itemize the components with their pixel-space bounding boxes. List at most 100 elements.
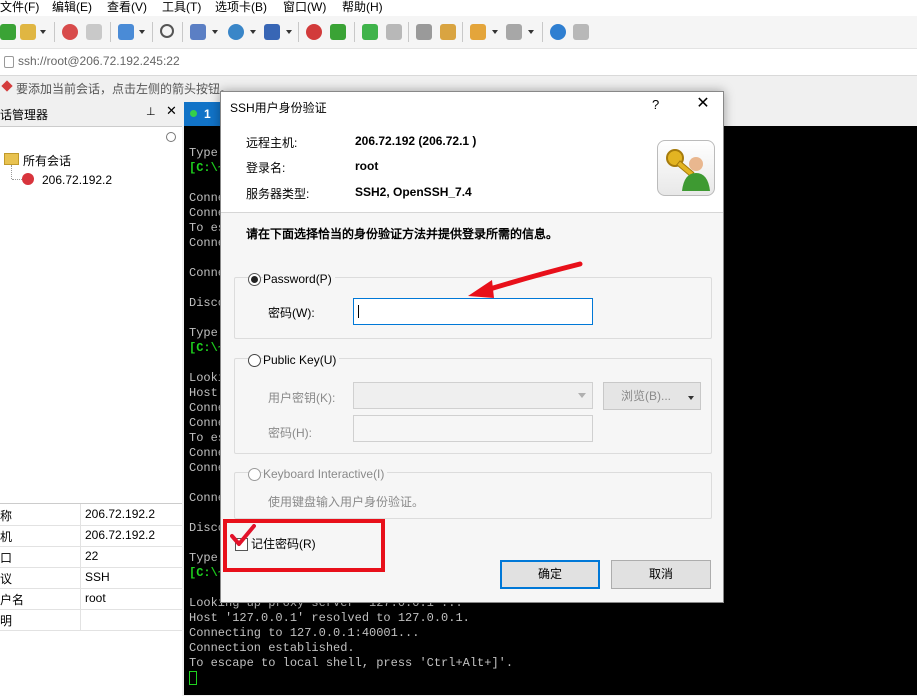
keyboard-interactive-option-label[interactable]: Keyboard Interactive(I) — [263, 467, 388, 481]
add-folder-icon[interactable] — [470, 24, 486, 40]
keyboard-interactive-radio[interactable] — [248, 468, 261, 481]
tree-root-all-sessions[interactable]: 所有会话 — [23, 152, 71, 169]
menu-file[interactable]: 文件(F) — [0, 0, 39, 16]
compose-icon[interactable] — [440, 24, 456, 40]
tree-line — [11, 165, 13, 179]
transfer-icon[interactable] — [190, 24, 206, 40]
public-key-radio[interactable] — [248, 354, 261, 367]
menu-window[interactable]: 窗口(W) — [283, 0, 326, 16]
layout-icon[interactable] — [506, 24, 522, 40]
session-properties: 称 206.72.192.2 机 206.72.192.2 口 22 议 SSH… — [0, 503, 182, 696]
chat-icon[interactable] — [573, 24, 589, 40]
terminal-line: Host '127.0.0.1' resolved to 127.0.0.1. — [189, 611, 470, 625]
property-row: 称 206.72.192.2 — [0, 504, 182, 526]
address-text[interactable]: ssh://root@206.72.192.245:22 — [18, 54, 180, 68]
connected-icon — [190, 110, 197, 117]
password-radio[interactable] — [248, 273, 261, 286]
close-button[interactable]: ✕ — [691, 94, 715, 114]
chevron-down-icon[interactable] — [139, 30, 145, 34]
menu-view[interactable]: 查看(V) — [107, 0, 147, 16]
fullscreen-icon[interactable] — [362, 24, 378, 40]
property-key: 户名 — [0, 593, 25, 607]
search-icon[interactable] — [166, 132, 176, 142]
property-divider — [80, 525, 81, 546]
remote-host-label: 远程主机: — [246, 136, 298, 150]
user-key-select[interactable] — [353, 382, 593, 409]
reconnect-icon[interactable] — [62, 24, 78, 40]
browse-button[interactable]: 浏览(B)... — [603, 382, 701, 410]
menu-tabs[interactable]: 选项卡(B) — [215, 0, 267, 16]
session-icon — [22, 173, 34, 185]
property-row: 户名 root — [0, 588, 182, 610]
new-window-icon[interactable] — [118, 24, 134, 40]
chevron-down-icon[interactable] — [286, 30, 292, 34]
property-value: root — [85, 591, 106, 605]
password-input[interactable] — [353, 298, 593, 325]
public-key-option-label[interactable]: Public Key(U) — [263, 353, 340, 367]
menu-edit[interactable]: 编辑(E) — [52, 0, 92, 16]
terminal-line: Type — [189, 326, 218, 340]
tab-session[interactable]: 1 — [184, 102, 224, 126]
property-key: 口 — [0, 551, 13, 565]
new-session-icon[interactable] — [0, 24, 16, 40]
chevron-down-icon[interactable] — [250, 30, 256, 34]
session-manager-header: 话管理器 ⊥ ✕ — [0, 100, 182, 127]
login-name-label: 登录名: — [246, 161, 286, 175]
passphrase-input[interactable] — [353, 415, 593, 442]
help-icon[interactable] — [550, 24, 566, 40]
server-type-value: SSH2, OpenSSH_7.4 — [355, 185, 472, 199]
terminal-line: Connection established. — [189, 641, 355, 655]
chevron-down-icon[interactable] — [492, 30, 498, 34]
toolbar — [0, 16, 917, 49]
tree-session-item[interactable]: 206.72.192.2 — [42, 173, 112, 187]
pin-icon[interactable]: ⊥ — [146, 105, 156, 118]
globe-icon[interactable] — [228, 24, 244, 40]
instruction-text: 请在下面选择恰当的身份验证方法并提供登录所需的信息。 — [246, 227, 559, 241]
tab-label: 1 — [204, 107, 211, 121]
chevron-down-icon[interactable] — [40, 30, 46, 34]
search-icon[interactable] — [160, 24, 174, 38]
chevron-down-icon — [578, 393, 586, 398]
lock-icon[interactable] — [386, 24, 402, 40]
property-value: 206.72.192.2 — [85, 507, 156, 521]
property-row: 口 22 — [0, 546, 182, 568]
xshell-icon[interactable] — [330, 24, 346, 40]
close-icon[interactable]: ✕ — [166, 103, 177, 119]
terminal-line: Connecting to 127.0.0.1:40001... — [189, 626, 420, 640]
property-divider — [80, 588, 81, 609]
keyboard-icon[interactable] — [416, 24, 432, 40]
property-key: 机 — [0, 530, 13, 544]
open-folder-icon[interactable] — [20, 24, 36, 40]
menu-bar: 文件(F) 编辑(E) 查看(V) 工具(T) 选项卡(B) 窗口(W) 帮助(… — [0, 0, 917, 16]
cancel-button[interactable]: 取消 — [611, 560, 711, 589]
property-row: 机 206.72.192.2 — [0, 525, 182, 547]
toolbar-divider — [110, 22, 111, 42]
property-key: 议 — [0, 572, 13, 586]
red-arrow-annotation — [468, 261, 583, 298]
hint-text: 要添加当前会话，点击左侧的箭头按钮。 — [16, 82, 233, 96]
red-box-annotation — [223, 519, 385, 572]
terminal-cursor — [189, 671, 197, 685]
help-button[interactable]: ? — [652, 97, 659, 112]
xftp-icon[interactable] — [306, 24, 322, 40]
property-key: 明 — [0, 614, 13, 628]
terminal-line: Type — [189, 551, 218, 565]
chevron-down-icon[interactable] — [528, 30, 534, 34]
toolbar-divider — [152, 22, 153, 42]
menu-tools[interactable]: 工具(T) — [162, 0, 201, 16]
password-option-label[interactable]: Password(P) — [263, 272, 335, 286]
terminal-line: To escape to local shell, press 'Ctrl+Al… — [189, 656, 514, 670]
arrow-icon[interactable] — [1, 80, 13, 92]
folder-icon — [4, 153, 19, 165]
address-bar[interactable]: ssh://root@206.72.192.245:22 — [0, 49, 917, 76]
menu-help[interactable]: 帮助(H) — [342, 0, 383, 16]
server-type-label: 服务器类型: — [246, 187, 310, 201]
toolbar-divider — [182, 22, 183, 42]
toolbar-divider — [408, 22, 409, 42]
ok-button[interactable]: 确定 — [500, 560, 600, 589]
font-icon[interactable] — [264, 24, 280, 40]
chevron-down-icon[interactable] — [212, 30, 218, 34]
disconnect-icon[interactable] — [86, 24, 102, 40]
terminal-line: Type — [189, 146, 218, 160]
property-value: SSH — [85, 570, 110, 584]
